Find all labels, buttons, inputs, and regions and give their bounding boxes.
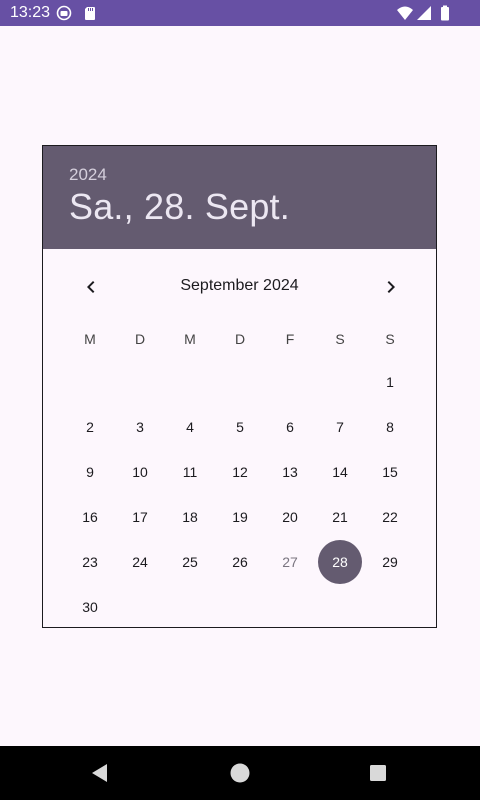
navigation-bar: [0, 746, 480, 800]
calendar-day[interactable]: 20: [268, 495, 312, 539]
weekday-header: M: [184, 331, 196, 347]
wifi-icon: [397, 6, 413, 20]
calendar-day[interactable]: 24: [118, 540, 162, 584]
calendar-day[interactable]: 3: [118, 405, 162, 449]
calendar-day[interactable]: 14: [318, 450, 362, 494]
selected-day[interactable]: 28: [318, 540, 362, 584]
calendar-day[interactable]: 2: [68, 405, 112, 449]
dialog-header: 2024 Sa., 28. Sept.: [43, 146, 436, 249]
calendar-day[interactable]: 26: [218, 540, 262, 584]
header-year[interactable]: 2024: [69, 165, 107, 185]
calendar-day[interactable]: 10: [118, 450, 162, 494]
calendar-day[interactable]: 11: [168, 450, 212, 494]
status-time: 13:23: [10, 4, 51, 21]
weekday-header: D: [134, 331, 146, 347]
signal-icon: [417, 6, 431, 20]
calendar-day[interactable]: 16: [68, 495, 112, 539]
calendar-day[interactable]: 1: [368, 360, 412, 404]
back-icon[interactable]: [88, 761, 112, 785]
weekday-header: F: [285, 331, 295, 347]
header-selected-date[interactable]: Sa., 28. Sept.: [69, 186, 290, 228]
calendar-day[interactable]: 22: [368, 495, 412, 539]
sd-card-icon: [85, 7, 95, 20]
calendar-day[interactable]: 23: [68, 540, 112, 584]
chevron-right-icon[interactable]: [379, 275, 403, 299]
date-picker-dialog: 2024 Sa., 28. Sept. September 2024 MDMDF…: [42, 145, 437, 628]
calendar-day[interactable]: 6: [268, 405, 312, 449]
calendar-day[interactable]: 12: [218, 450, 262, 494]
calendar-day[interactable]: 19: [218, 495, 262, 539]
calendar-day[interactable]: 8: [368, 405, 412, 449]
calendar-day[interactable]: 27: [268, 540, 312, 584]
battery-icon: [441, 5, 449, 21]
month-title: September 2024: [180, 277, 299, 294]
calendar-day[interactable]: 17: [118, 495, 162, 539]
notification-icon: [56, 5, 72, 21]
calendar-day[interactable]: 21: [318, 495, 362, 539]
recents-icon[interactable]: [366, 761, 390, 785]
calendar-day[interactable]: 18: [168, 495, 212, 539]
calendar-day[interactable]: 7: [318, 405, 362, 449]
status-bar: 13:23: [0, 0, 480, 26]
calendar-day[interactable]: 15: [368, 450, 412, 494]
calendar-day[interactable]: 5: [218, 405, 262, 449]
weekday-header: M: [84, 331, 96, 347]
calendar-day[interactable]: 13: [268, 450, 312, 494]
calendar-day[interactable]: 30: [68, 585, 112, 629]
calendar-day[interactable]: 29: [368, 540, 412, 584]
weekday-header: S: [385, 331, 395, 347]
home-icon[interactable]: [228, 761, 252, 785]
weekday-header: S: [335, 331, 345, 347]
calendar-day[interactable]: 25: [168, 540, 212, 584]
weekday-header: D: [234, 331, 246, 347]
calendar-day[interactable]: 4: [168, 405, 212, 449]
calendar-day[interactable]: 9: [68, 450, 112, 494]
